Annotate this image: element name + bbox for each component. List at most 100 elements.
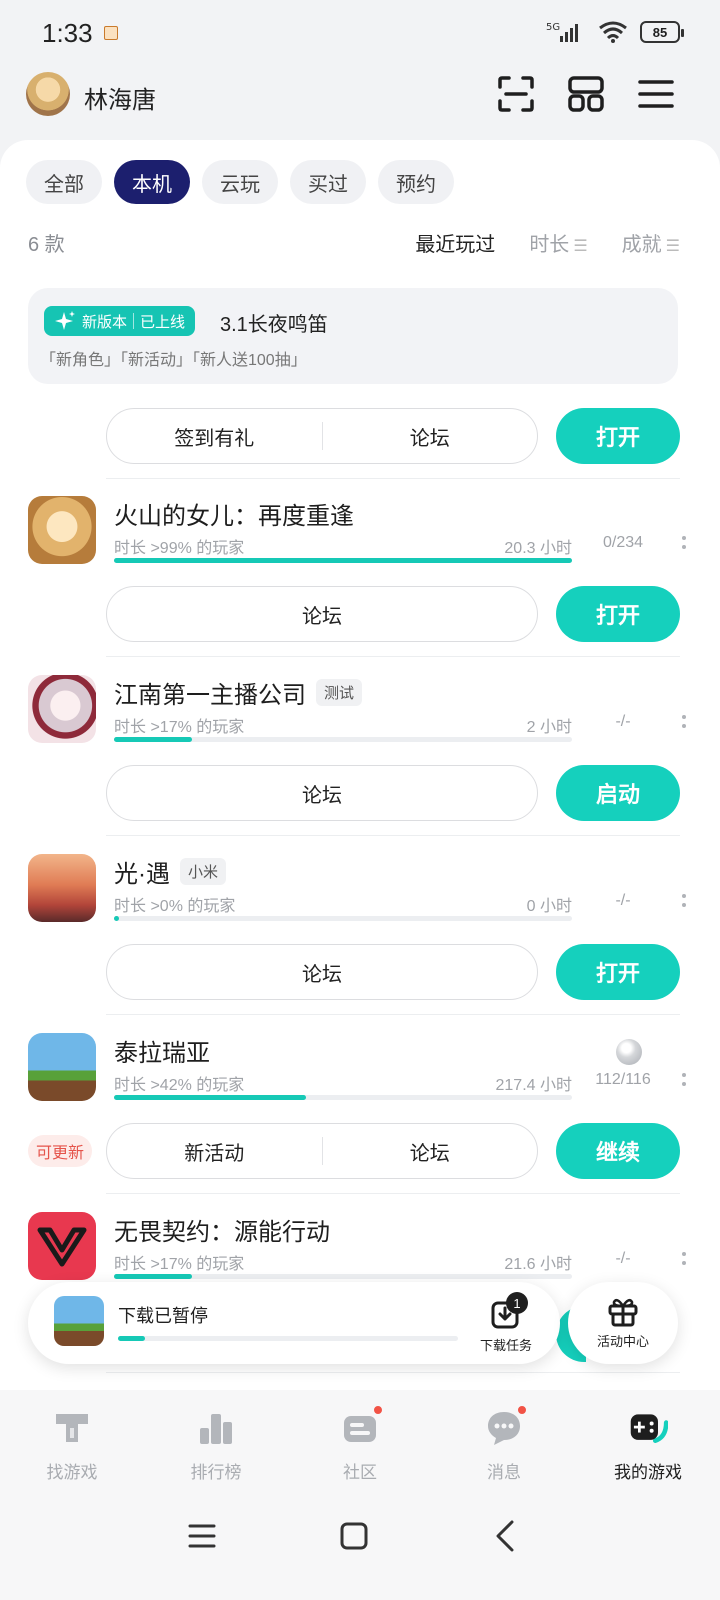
avatar[interactable] (26, 72, 70, 116)
progress-fill (114, 916, 119, 921)
valorant-logo-icon (37, 1227, 87, 1267)
nav-find-game[interactable]: 找游戏 (0, 1390, 144, 1496)
progress-fill (114, 1095, 307, 1100)
nav-my-games[interactable]: 我的游戏 (576, 1390, 720, 1496)
nav-community[interactable]: 社区 (288, 1390, 432, 1496)
new-event-button[interactable]: 新活动 (107, 1137, 322, 1166)
nav-messages[interactable]: 消息 (432, 1390, 576, 1496)
sort-achievement-label: 成就 (621, 234, 662, 256)
nav-ranking[interactable]: 排行榜 (144, 1390, 288, 1496)
progress-fill (114, 737, 192, 742)
test-tag: 测试 (316, 679, 363, 706)
gift-icon (608, 1298, 638, 1327)
game-title: 无畏契约：源能行动 (114, 1219, 330, 1246)
open-button[interactable]: 打开 (556, 586, 680, 642)
game-icon-sky (28, 854, 96, 922)
progress-fill (114, 558, 572, 563)
game-library-panel: 全部 本机 云玩 买过 预约 6 款 最近玩过 时长 ☰ 成就 ☰ 新版本 已上线 … (0, 140, 720, 1400)
game-hours: 0 小时 (526, 898, 572, 915)
nav-label: 消息 (487, 1463, 521, 1482)
badge-new-version: 新版本 (82, 313, 128, 331)
open-button[interactable]: 打开 (556, 408, 680, 464)
activity-center-button[interactable]: 活动中心 (568, 1282, 678, 1364)
more-options-icon[interactable] (680, 1246, 688, 1270)
launch-button[interactable]: 启动 (556, 765, 680, 821)
status-indicators: 5G 85 (546, 20, 684, 44)
menu-icon[interactable] (636, 74, 676, 114)
achievement-medal-icon (616, 1039, 642, 1065)
notification-app-icon (104, 26, 118, 40)
update-available-tag[interactable]: 可更新 (28, 1135, 92, 1167)
divider (106, 1014, 680, 1015)
game-row[interactable]: 光·遇 小米 时长 >0% 的玩家 0 小时 -/- (28, 854, 688, 926)
game-duration-rank: 时长 >17% 的玩家 (114, 1256, 245, 1273)
secondary-actions: 签到有礼 论坛 (106, 408, 538, 464)
forum-button[interactable]: 论坛 (323, 1137, 538, 1166)
playtime-progress (114, 1095, 572, 1100)
ranking-icon (200, 1414, 232, 1444)
new-version-banner[interactable]: 新版本 已上线 3.1长夜鸣笛 「新角色」「新活动」「新人送100抽」 (28, 288, 678, 384)
filter-tab-all[interactable]: 全部 (26, 160, 102, 204)
game-row[interactable]: 无畏契约：源能行动 时长 >17% 的玩家 21.6 小时 -/- (28, 1212, 688, 1284)
game-hours: 2 小时 (526, 719, 572, 736)
download-status-bar[interactable]: 下载已暂停 1 下载任务 (28, 1282, 560, 1364)
sparkle-icon (55, 311, 75, 330)
download-tasks-button[interactable]: 1 下载任务 (476, 1292, 536, 1356)
game-title-wrap: 光·遇 小米 (114, 854, 227, 889)
recent-apps-icon[interactable] (182, 1516, 222, 1556)
progress-fill (114, 1274, 192, 1279)
sort-duration-label: 时长 (529, 234, 570, 256)
layout-grid-icon[interactable] (566, 74, 606, 114)
game-title: 泰拉瑞亚 (114, 1040, 210, 1067)
game-hours: 20.3 小时 (504, 540, 572, 557)
game-row[interactable]: 火山的女儿：再度重逢 时长 >99% 的玩家 20.3 小时 0/234 (28, 496, 688, 568)
notification-dot (372, 1404, 384, 1416)
forum-button[interactable]: 论坛 (107, 779, 537, 808)
checkin-reward-button[interactable]: 签到有礼 (107, 422, 322, 451)
forum-button[interactable]: 论坛 (323, 422, 538, 451)
message-icon-wrap (484, 1404, 528, 1448)
game-actions: 论坛 打开 (106, 944, 680, 1000)
game-icon-valorant (28, 1212, 96, 1280)
playtime-progress (114, 1274, 572, 1279)
game-icon-jiangnan (28, 675, 96, 743)
secondary-actions: 新活动 论坛 (106, 1123, 538, 1179)
continue-button[interactable]: 继续 (556, 1123, 680, 1179)
badge-online: 已上线 (140, 313, 186, 331)
scan-icon[interactable] (496, 74, 536, 114)
more-options-icon[interactable] (680, 1067, 688, 1091)
more-options-icon[interactable] (680, 709, 688, 733)
game-actions: 论坛 打开 (106, 586, 680, 642)
forum-button[interactable]: 论坛 (107, 958, 537, 987)
more-options-icon[interactable] (680, 888, 688, 912)
back-icon[interactable] (486, 1516, 526, 1556)
user-name[interactable]: 林海唐 (84, 80, 156, 115)
sort-achievement[interactable]: 成就 ☰ (622, 228, 680, 257)
game-row[interactable]: 泰拉瑞亚 时长 >42% 的玩家 217.4 小时 112/116 (28, 1033, 688, 1105)
filter-tab-reserved[interactable]: 预约 (378, 160, 454, 204)
filter-tab-local[interactable]: 本机 (114, 160, 190, 204)
sort-duration[interactable]: 时长 ☰ (529, 228, 587, 257)
game-title: 火山的女儿：再度重逢 (114, 503, 354, 530)
filter-tab-cloud[interactable]: 云玩 (202, 160, 278, 204)
platform-tag: 小米 (180, 858, 227, 885)
my-games-icon (630, 1414, 668, 1443)
game-row[interactable]: 江南第一主播公司 测试 时长 >17% 的玩家 2 小时 -/- (28, 675, 688, 747)
game-achievements: 0/234 (602, 534, 644, 551)
game-achievements: -/- (615, 713, 631, 730)
download-task-count: 1 (506, 1292, 528, 1314)
sort-order-icon: ☰ (665, 238, 680, 255)
home-icon[interactable] (334, 1516, 374, 1556)
filter-tab-purchased[interactable]: 买过 (290, 160, 366, 204)
status-time: 1:33 (42, 18, 93, 48)
more-options-icon[interactable] (680, 530, 688, 554)
open-button[interactable]: 打开 (556, 944, 680, 1000)
forum-button[interactable]: 论坛 (107, 600, 537, 629)
signal-icon: 5G (546, 22, 578, 42)
community-icon-wrap (340, 1404, 384, 1448)
sort-recent[interactable]: 最近玩过 (415, 228, 495, 257)
activity-center-label: 活动中心 (596, 1334, 649, 1349)
game-title-wrap: 火山的女儿：再度重逢 (114, 496, 354, 531)
promo-tags: 「新角色」「新活动」「新人送100抽」 (40, 352, 307, 369)
divider (106, 1193, 680, 1194)
